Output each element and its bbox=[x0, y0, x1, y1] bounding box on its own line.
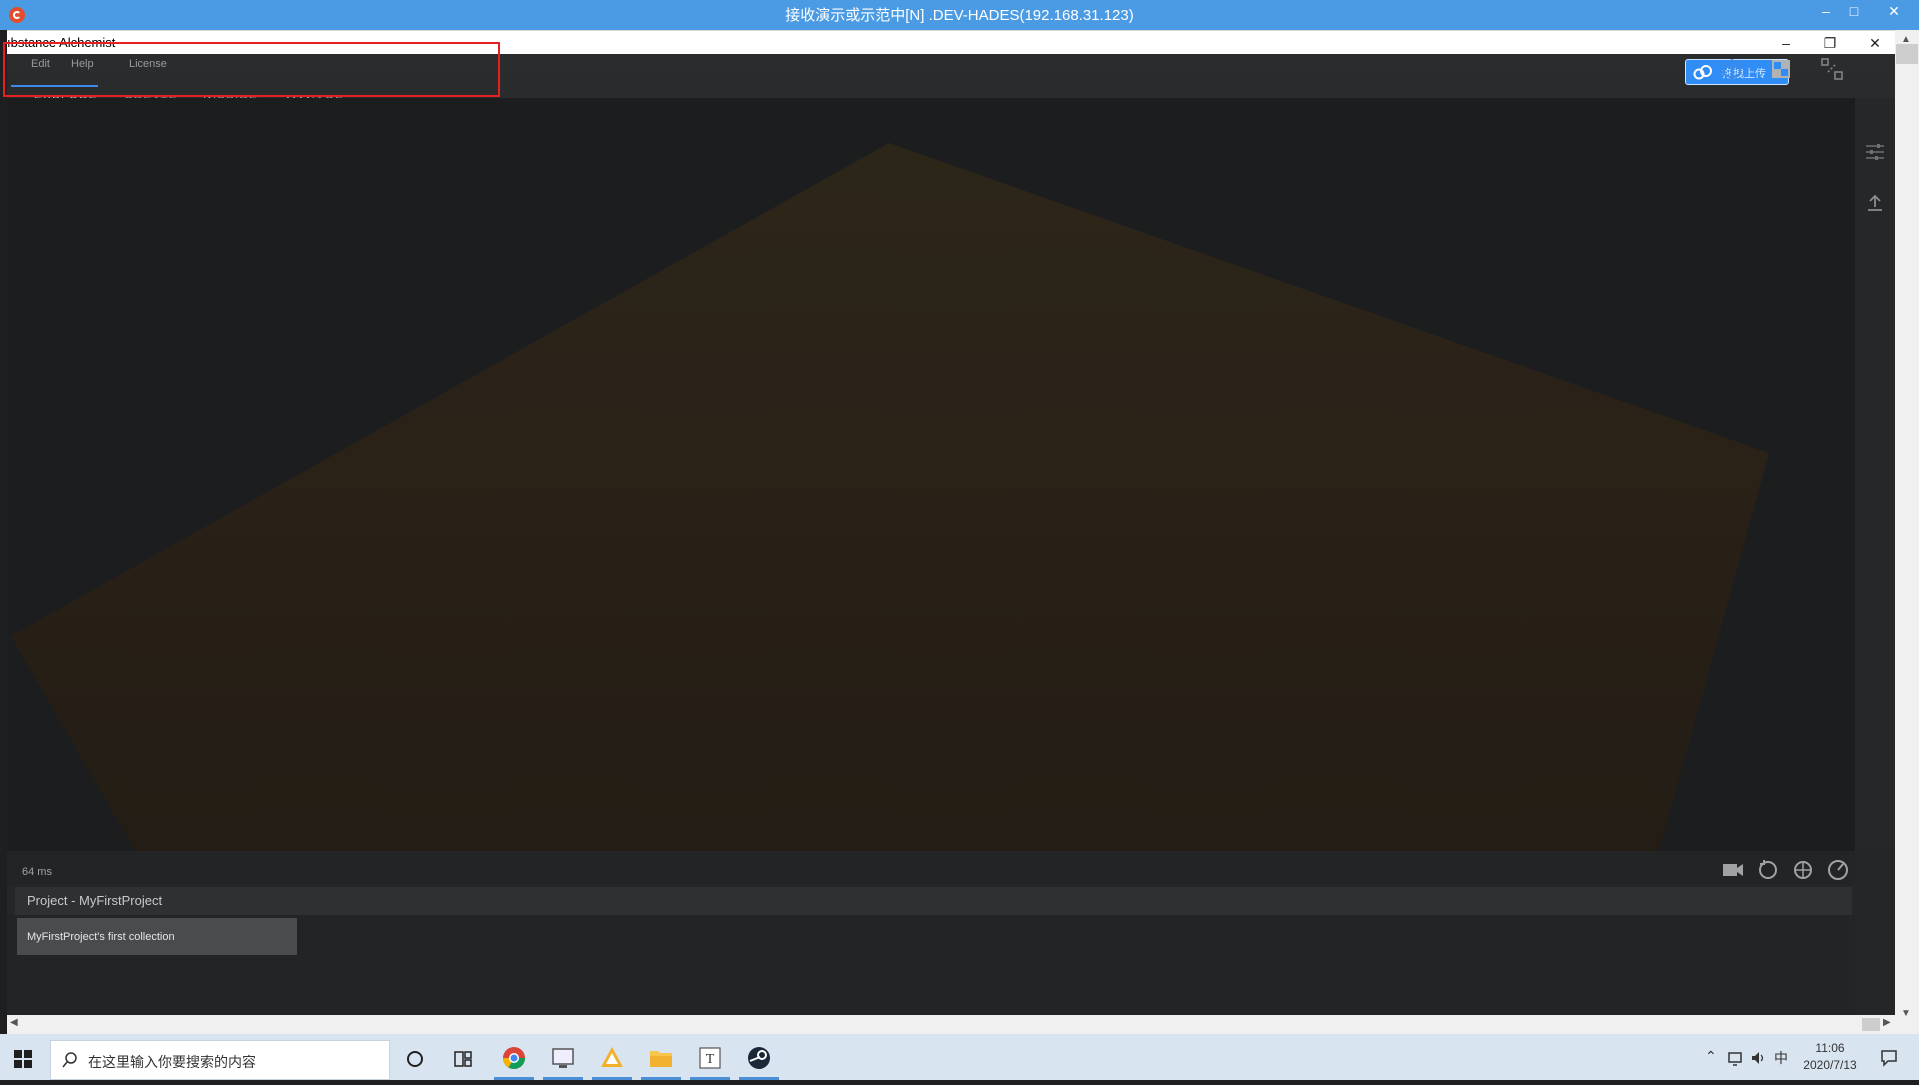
remote-app-logo-icon bbox=[9, 7, 25, 23]
svg-text:T: T bbox=[706, 1052, 715, 1067]
windows-start-icon[interactable] bbox=[14, 1050, 32, 1068]
app-close-button[interactable]: ✕ bbox=[1852, 31, 1898, 55]
app-minimize-button[interactable]: – bbox=[1763, 31, 1809, 55]
rotate-environment-icon[interactable] bbox=[1756, 858, 1780, 882]
vertical-scroll-thumb[interactable] bbox=[1896, 44, 1918, 64]
taskbar-clock[interactable]: 11:06 2020/7/13 bbox=[1790, 1040, 1870, 1074]
scroll-left-arrow-icon[interactable]: ◀ bbox=[10, 1017, 18, 1028]
horizontal-scrollbar[interactable]: ◀ ▶ bbox=[7, 1015, 1895, 1034]
3d-view-cube-icon[interactable] bbox=[1719, 56, 1745, 82]
file-explorer-icon[interactable] bbox=[639, 1036, 683, 1080]
project-header: Project - MyFirstProject bbox=[15, 887, 1852, 915]
monitor-app-icon[interactable] bbox=[541, 1036, 585, 1080]
vertical-scrollbar[interactable]: ▲ ▼ bbox=[1895, 30, 1919, 1034]
collection-item[interactable]: MyFirstProject's first collection bbox=[17, 918, 297, 955]
clock-date: 2020/7/13 bbox=[1803, 1058, 1857, 1072]
volume-icon[interactable] bbox=[1750, 1050, 1766, 1066]
3d-viewport[interactable] bbox=[7, 98, 1855, 851]
render-time-label: 64 ms bbox=[22, 866, 52, 878]
remote-close-button[interactable]: ✕ bbox=[1874, 0, 1914, 24]
tray-overflow-icon[interactable]: ⌃ bbox=[1705, 1048, 1717, 1065]
collection-label: MyFirstProject's first collection bbox=[27, 931, 175, 943]
project-title: Project - MyFirstProject bbox=[27, 893, 163, 908]
tabs-highlight-annotation bbox=[3, 42, 500, 97]
remote-window-title: 接收演示或示范中[N] .DEV-HADES(192.168.31.123) bbox=[785, 7, 1134, 24]
split-view-icon[interactable] bbox=[1819, 56, 1845, 82]
settings-sliders-icon[interactable] bbox=[1863, 140, 1887, 164]
steam-icon[interactable] bbox=[737, 1036, 781, 1080]
typora-icon[interactable]: T bbox=[688, 1036, 732, 1080]
triangle-app-icon[interactable] bbox=[590, 1036, 634, 1080]
horizontal-scroll-thumb[interactable] bbox=[1862, 1018, 1880, 1031]
viewport-status-bar bbox=[7, 851, 1855, 885]
2d-view-icon[interactable] bbox=[1768, 56, 1794, 82]
clock-time: 11:06 bbox=[1815, 1041, 1845, 1055]
camera-icon[interactable] bbox=[1721, 858, 1745, 882]
scroll-right-arrow-icon[interactable]: ▶ bbox=[1883, 1017, 1891, 1028]
cortana-icon[interactable] bbox=[393, 1036, 437, 1080]
remote-maximize-button[interactable]: □ bbox=[1834, 0, 1874, 24]
pentagon-material-preview bbox=[11, 143, 1769, 851]
network-icon[interactable] bbox=[1728, 1050, 1744, 1066]
remote-window-titlebar: 接收演示或示范中[N] .DEV-HADES(192.168.31.123) bbox=[0, 0, 1919, 30]
globe-icon[interactable] bbox=[1791, 858, 1815, 882]
lighting-icon[interactable] bbox=[1826, 858, 1850, 882]
task-view-icon[interactable] bbox=[441, 1036, 485, 1080]
cloud-upload-icon bbox=[1693, 65, 1712, 80]
chrome-icon[interactable] bbox=[492, 1036, 536, 1080]
export-upload-icon[interactable] bbox=[1863, 190, 1887, 214]
taskbar-search-box[interactable]: 在这里输入你要搜索的内容 bbox=[50, 1040, 390, 1080]
search-placeholder: 在这里输入你要搜索的内容 bbox=[88, 1054, 256, 1070]
scroll-down-arrow-icon[interactable]: ▼ bbox=[1901, 1008, 1911, 1019]
search-icon bbox=[62, 1052, 77, 1068]
notification-center-icon[interactable] bbox=[1880, 1049, 1898, 1067]
ime-indicator[interactable]: 中 bbox=[1774, 1048, 1788, 1068]
app-restore-button[interactable]: ❐ bbox=[1807, 31, 1853, 55]
right-toolbar bbox=[1855, 98, 1895, 851]
